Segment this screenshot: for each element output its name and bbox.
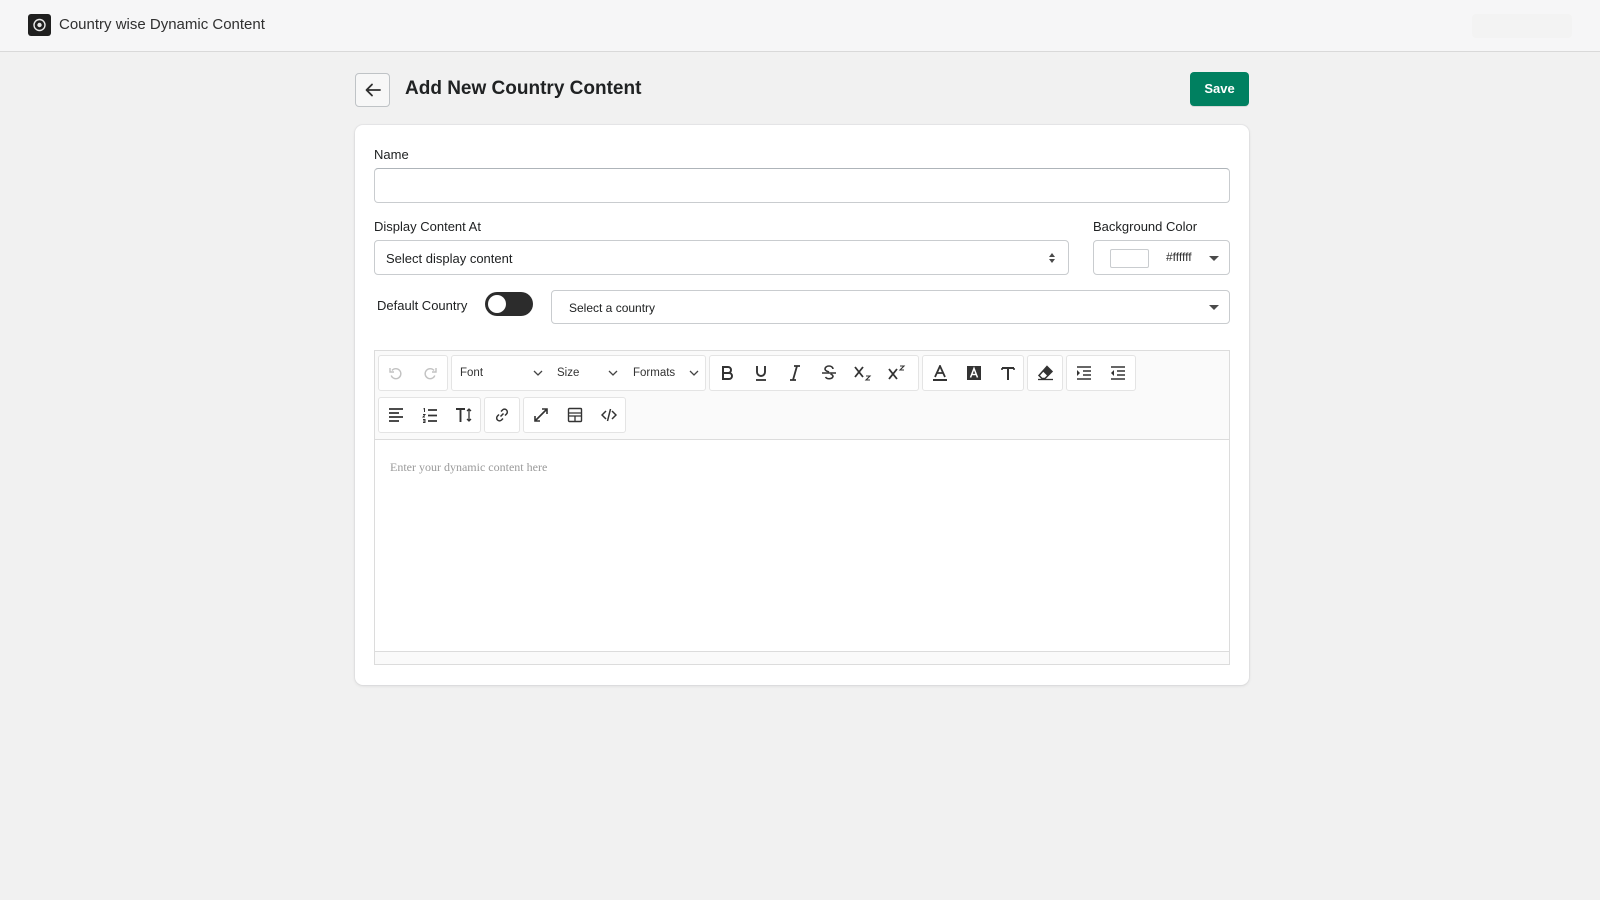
chevron-down-icon: [533, 370, 543, 376]
form-card: Name Display Content At Select display c…: [355, 125, 1249, 685]
save-button[interactable]: Save: [1190, 72, 1249, 106]
editor-toolbar: Font Size Formats: [375, 351, 1229, 440]
eraser-icon[interactable]: [1028, 356, 1062, 390]
caret-down-icon: [1209, 305, 1219, 310]
display-content-select[interactable]: Select display content: [374, 240, 1069, 275]
style-group: Font Size Formats: [451, 355, 706, 391]
align-left-icon[interactable]: [379, 398, 413, 432]
background-color-label: Background Color: [1093, 219, 1198, 234]
size-dropdown-label: Size: [557, 367, 580, 379]
top-right-placeholder: [1472, 14, 1572, 38]
caret-down-icon: [1209, 256, 1219, 261]
underline-icon[interactable]: [744, 356, 778, 390]
superscript-icon[interactable]: [880, 356, 914, 390]
country-select[interactable]: Select a country: [551, 290, 1230, 324]
link-icon[interactable]: [485, 398, 519, 432]
top-bar: Country wise Dynamic Content: [0, 0, 1600, 52]
display-content-label: Display Content At: [374, 219, 481, 234]
subscript-icon[interactable]: [846, 356, 880, 390]
color-value: #ffffff: [1166, 250, 1192, 264]
arrow-left-icon: [365, 83, 381, 97]
fullscreen-icon[interactable]: [524, 398, 558, 432]
ordered-list-icon[interactable]: [413, 398, 447, 432]
indent-icon[interactable]: [1067, 356, 1101, 390]
country-placeholder: Select a country: [569, 301, 656, 315]
editor-content-area[interactable]: Enter your dynamic content here: [375, 440, 1229, 651]
app-logo: [28, 14, 51, 36]
strikethrough-icon[interactable]: [812, 356, 846, 390]
template-icon[interactable]: [558, 398, 592, 432]
chevron-down-icon: [608, 370, 618, 376]
editor-placeholder: Enter your dynamic content here: [390, 460, 548, 474]
default-country-label: Default Country: [377, 298, 468, 313]
font-color-icon[interactable]: [923, 356, 957, 390]
paragraph-group: [378, 397, 481, 433]
indent-group: [1066, 355, 1136, 391]
outdent-icon[interactable]: [1101, 356, 1135, 390]
undo-icon[interactable]: [379, 356, 413, 390]
chevron-down-icon: [689, 370, 699, 376]
background-color-picker[interactable]: #ffffff: [1093, 240, 1230, 275]
font-dropdown[interactable]: Font: [452, 356, 549, 390]
name-label: Name: [374, 147, 409, 162]
view-group: [523, 397, 626, 433]
formats-dropdown[interactable]: Formats: [625, 356, 705, 390]
formats-dropdown-label: Formats: [633, 367, 676, 379]
color-swatch: [1110, 249, 1149, 268]
app-title: Country wise Dynamic Content: [59, 16, 265, 33]
name-input[interactable]: [374, 168, 1230, 203]
bold-icon[interactable]: [710, 356, 744, 390]
size-dropdown[interactable]: Size: [549, 356, 625, 390]
default-country-toggle[interactable]: [485, 292, 533, 316]
background-color-icon[interactable]: [957, 356, 991, 390]
editor-status-bar: [375, 651, 1229, 664]
back-button[interactable]: [355, 73, 390, 107]
code-view-icon[interactable]: [592, 398, 626, 432]
rich-text-editor: Font Size Formats Enter your dynamic con…: [374, 350, 1230, 665]
history-group: [378, 355, 448, 391]
display-content-placeholder: Select display content: [386, 251, 513, 266]
font-dropdown-label: Font: [460, 367, 484, 379]
eraser-group: [1027, 355, 1063, 391]
redo-icon[interactable]: [413, 356, 447, 390]
line-height-icon[interactable]: [447, 398, 481, 432]
select-arrows-icon: [1049, 253, 1055, 263]
text-format-group: [709, 355, 919, 391]
toggle-knob: [488, 295, 506, 313]
page-title: Add New Country Content: [405, 78, 642, 99]
italic-icon[interactable]: [778, 356, 812, 390]
clear-format-icon[interactable]: [991, 356, 1025, 390]
link-group: [484, 397, 520, 433]
color-group: [922, 355, 1024, 391]
